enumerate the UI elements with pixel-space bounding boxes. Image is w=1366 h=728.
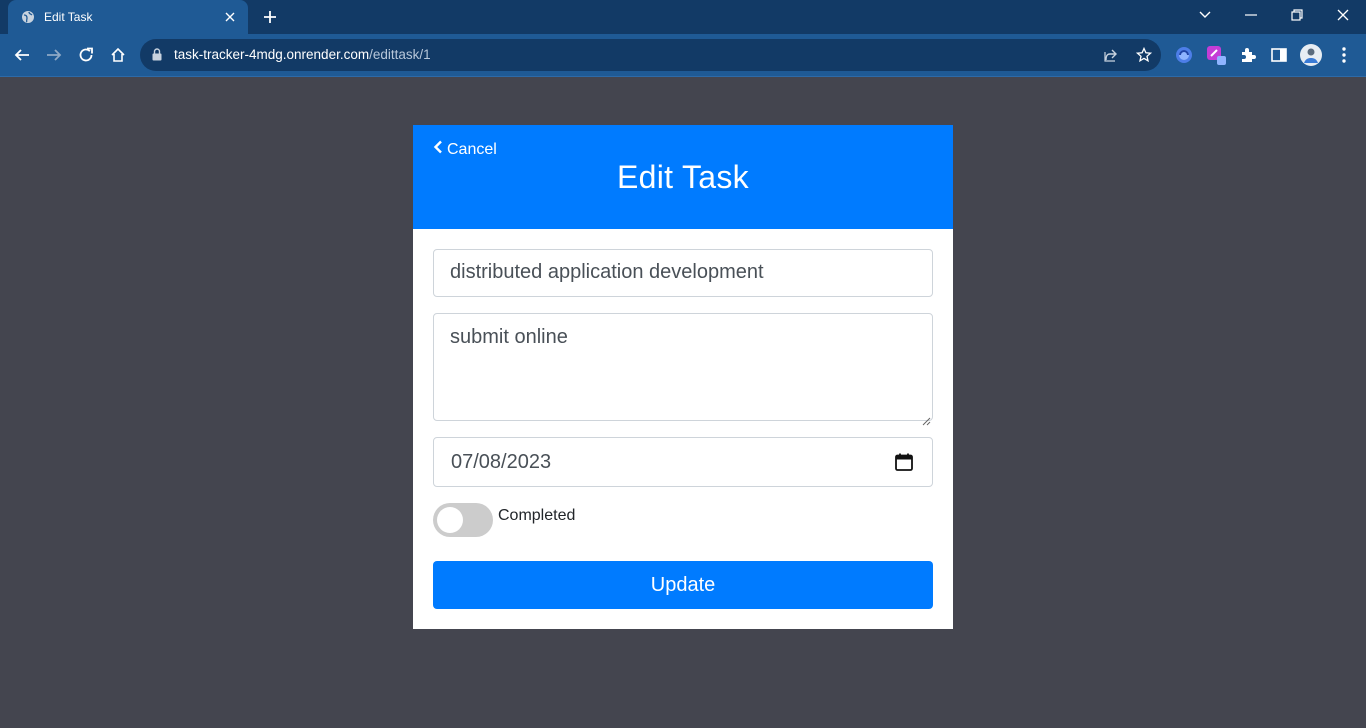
new-tab-plus-icon[interactable]	[258, 6, 282, 28]
resize-handle-icon[interactable]	[921, 409, 931, 426]
calendar-icon[interactable]	[894, 452, 914, 472]
address-bar[interactable]: task-tracker-4mdg.onrender.com/edittask/…	[140, 39, 1161, 71]
card-header: Cancel Edit Task	[413, 125, 953, 229]
task-date-input[interactable]: 07/08/2023	[433, 437, 933, 487]
tab-strip: Edit Task	[0, 0, 1366, 34]
more-icon[interactable]	[1333, 44, 1355, 66]
back-icon[interactable]	[8, 41, 36, 69]
star-icon[interactable]	[1134, 45, 1154, 65]
completed-toggle[interactable]	[433, 503, 493, 537]
minimize-icon[interactable]	[1228, 0, 1274, 30]
cancel-link[interactable]: Cancel	[433, 140, 497, 159]
close-window-icon[interactable]	[1320, 0, 1366, 30]
update-button[interactable]: Update	[433, 561, 933, 609]
forward-icon[interactable]	[40, 41, 68, 69]
color-picker-extension-icon[interactable]	[1205, 44, 1227, 66]
tab-search-chevron-icon[interactable]	[1182, 0, 1228, 30]
close-tab-icon[interactable]	[222, 9, 238, 25]
task-description-textarea[interactable]: submit online	[433, 313, 933, 426]
puzzle-icon[interactable]	[1237, 44, 1259, 66]
page-title: Edit Task	[617, 159, 749, 195]
globe-icon	[20, 9, 36, 25]
side-panel-icon[interactable]	[1268, 44, 1290, 66]
task-date-value: 07/08/2023	[451, 451, 552, 473]
toggle-knob	[437, 507, 463, 533]
url-host: task-tracker-4mdg.onrender.com	[174, 47, 370, 62]
tab-title: Edit Task	[44, 10, 93, 24]
browser-tab[interactable]: Edit Task	[8, 0, 248, 34]
completed-label: Completed	[498, 507, 576, 524]
toolbar-divider	[0, 76, 1366, 77]
cancel-label: Cancel	[447, 140, 497, 158]
profile-avatar[interactable]	[1300, 44, 1322, 66]
task-description-text: submit online	[450, 326, 568, 348]
restore-icon[interactable]	[1274, 0, 1320, 30]
reload-icon[interactable]	[72, 41, 100, 69]
url-text[interactable]: task-tracker-4mdg.onrender.com/edittask/…	[174, 47, 431, 62]
lock-icon[interactable]	[152, 48, 162, 66]
task-title-input[interactable]: distributed application development	[433, 249, 933, 297]
extension-icon[interactable]	[1173, 44, 1195, 66]
edit-task-card: Cancel Edit Task distributed application…	[413, 125, 953, 629]
share-icon[interactable]	[1101, 45, 1121, 65]
chevron-left-icon	[433, 140, 443, 159]
url-path: /edittask/1	[369, 47, 431, 62]
home-icon[interactable]	[104, 41, 132, 69]
